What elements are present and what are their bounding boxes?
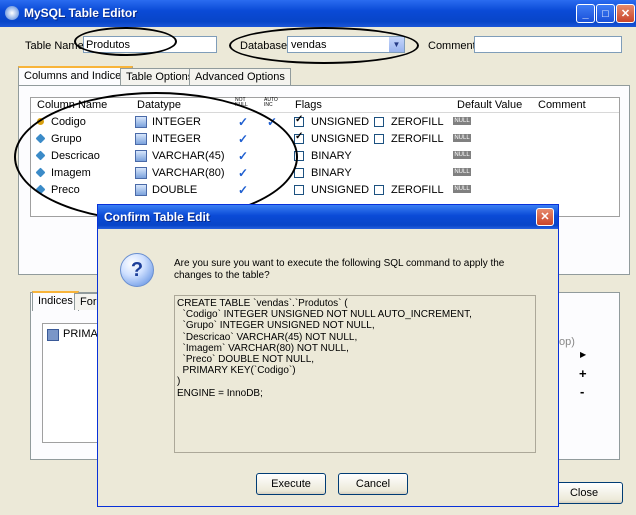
question-icon: ?: [120, 253, 154, 287]
flag2-checkbox[interactable]: [374, 134, 384, 144]
flag1-label: BINARY: [311, 150, 352, 162]
annotation-ellipse-database: [229, 27, 419, 64]
dialog-title: Confirm Table Edit: [104, 210, 210, 224]
add-index-button[interactable]: +: [579, 366, 587, 381]
app-icon: [5, 6, 19, 20]
title-bar[interactable]: MySQL Table Editor _ □ ✕: [0, 0, 636, 27]
null-badge: NULL: [453, 134, 471, 142]
flag2-label: ZEROFILL: [391, 116, 444, 128]
dialog-close-button[interactable]: ✕: [536, 208, 554, 226]
dialog-question-text: Are you sure you want to execute the fol…: [174, 258, 505, 281]
remove-index-button[interactable]: -: [580, 384, 584, 399]
dialog-title-bar[interactable]: Confirm Table Edit ✕: [98, 205, 558, 229]
check-icon: ✓: [295, 114, 304, 125]
header-default-value: Default Value: [457, 99, 523, 111]
null-badge: NULL: [453, 151, 471, 159]
annotation-ellipse-columns: [14, 92, 298, 222]
tab-columns-and-indices[interactable]: Columns and Indices: [18, 66, 133, 86]
flag2-checkbox[interactable]: [374, 185, 384, 195]
flag1-label: UNSIGNED: [311, 184, 370, 196]
flag1-label: UNSIGNED: [311, 133, 370, 145]
null-badge: NULL: [453, 185, 471, 193]
flag1-checkbox[interactable]: ✓: [294, 114, 304, 127]
execute-button[interactable]: Execute: [256, 473, 326, 495]
flag1-label: UNSIGNED: [311, 116, 370, 128]
flag1-checkbox[interactable]: [294, 185, 304, 195]
tab-advanced-options[interactable]: Advanced Options: [189, 68, 291, 85]
flag1-checkbox[interactable]: [294, 168, 304, 178]
confirm-table-edit-dialog: Confirm Table Edit ✕ ? Are you sure you …: [97, 204, 559, 507]
flag1-label: BINARY: [311, 167, 352, 179]
flag2-label: ZEROFILL: [391, 133, 444, 145]
annotation-ellipse-table-name: [74, 27, 177, 56]
index-side-text: op): [559, 336, 575, 348]
maximize-button[interactable]: □: [596, 4, 615, 23]
window-title: MySQL Table Editor: [24, 6, 137, 20]
comment-input[interactable]: [474, 36, 622, 53]
expand-arrow-icon[interactable]: ▶: [580, 350, 586, 359]
close-window-button[interactable]: ✕: [616, 4, 635, 23]
comment-label: Comment:: [428, 40, 479, 52]
cancel-button[interactable]: Cancel: [338, 473, 408, 495]
minimize-button[interactable]: _: [576, 4, 595, 23]
null-badge: NULL: [453, 117, 471, 125]
flag2-label: ZEROFILL: [391, 184, 444, 196]
header-auto-inc: AUTO INC: [264, 97, 278, 108]
tab-table-options[interactable]: Table Options: [120, 68, 200, 85]
null-badge: NULL: [453, 168, 471, 176]
header-comment: Comment: [538, 99, 586, 111]
check-icon: ✓: [295, 131, 304, 142]
index-icon: [47, 329, 59, 341]
tab-indices[interactable]: Indices: [32, 291, 79, 311]
flag1-checkbox[interactable]: ✓: [294, 131, 304, 144]
sql-command-text: CREATE TABLE `vendas`.`Produtos` ( `Codi…: [174, 295, 536, 453]
flag2-checkbox[interactable]: [374, 117, 384, 127]
header-flags: Flags: [295, 99, 322, 111]
